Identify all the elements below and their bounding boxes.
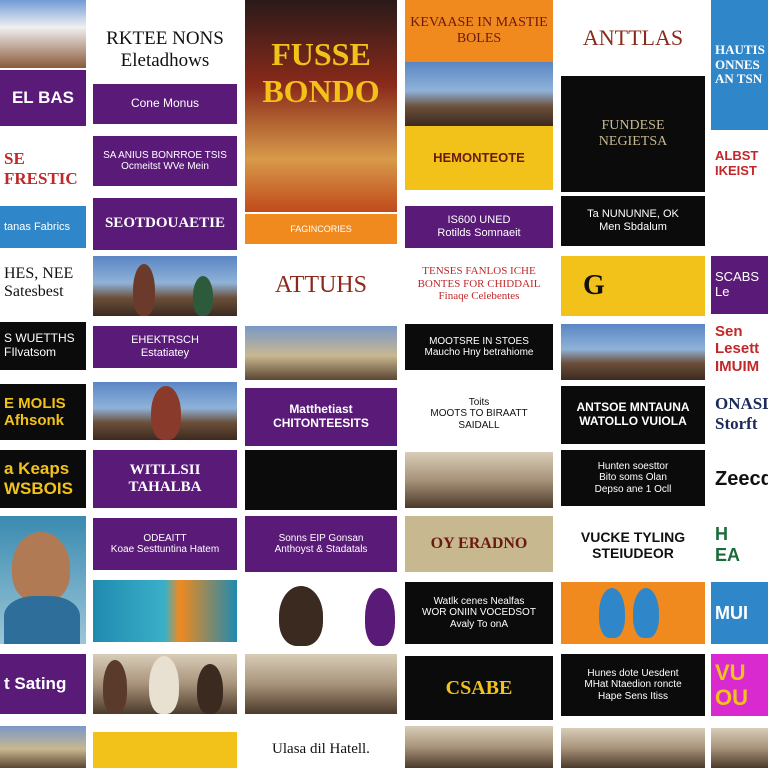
ad-tile: Sen Lesett IMUIM: [711, 322, 768, 376]
ad-tile: HES, NEE Satesbest: [0, 256, 86, 310]
person-figure: [149, 656, 179, 714]
photo-tile: [711, 728, 768, 768]
ad-tile: SCABS Le: [711, 256, 768, 314]
ad-tile: ODEAITT Koae Sesttuntina Hatem: [93, 518, 237, 570]
person-figure: [633, 588, 659, 638]
ad-tile: VUCKE TYLING STEIUDEOR: [561, 516, 705, 574]
ad-tile: WITLLSII TAHALBA: [93, 450, 237, 508]
column-2: RKTEE NONS Eletadhows Cone Monus SA ANIU…: [93, 0, 237, 768]
poster-tile: FUSSE BONDO: [245, 0, 397, 212]
photo-tile: [245, 580, 397, 646]
person-figure: [365, 588, 395, 646]
photo-tile: [93, 654, 237, 714]
photo-tile: [405, 62, 553, 126]
ad-tile: MOOTSRE IN STOES Maucho Hny betrahiome: [405, 324, 553, 370]
photo-tile: [561, 728, 705, 768]
ad-tile: ALBST IKEIST: [711, 136, 768, 192]
ad-tile: Toits MOOTS TO BIRAATT SAIDALL: [405, 384, 553, 444]
ad-tile: HEMONTEOTE: [405, 126, 553, 190]
ad-tile: Sonns EIP Gonsan Anthoyst & Stadatals: [245, 516, 397, 572]
person-figure: [12, 532, 70, 602]
poster-tile: KEVAASE IN MASTIE BOLES: [405, 0, 553, 62]
photo-tile: [245, 326, 397, 380]
ad-tile: VU OU: [711, 654, 768, 716]
ad-tile: EL BAS: [0, 70, 86, 126]
person-figure: [133, 264, 155, 316]
ad-tile: Hunten soesttor Bito soms Olan Depso ane…: [561, 450, 705, 506]
ad-tile: E MOLIS Afhsonk: [0, 384, 86, 440]
person-figure: [103, 660, 127, 714]
ad-tile: Hunes dote Uesdent MHat Ntaedion roncte …: [561, 654, 705, 716]
photo-tile: [93, 382, 237, 440]
ad-tile: SEOTDOUAETIE: [93, 198, 237, 250]
graphic-tile: [93, 732, 237, 768]
ad-tile: MUI: [711, 582, 768, 644]
graphic-tile: [245, 450, 397, 510]
image-grid: EL BAS SE FRESTIC tanas Fabrics HES, NEE…: [0, 0, 768, 768]
ad-tile: EHEKTRSCH Estatiatey: [93, 326, 237, 368]
ad-tile: S WUETTHS FIlvatsom: [0, 322, 86, 370]
ad-tile: Matthetiast CHITONTEESITS: [245, 388, 397, 446]
photo-tile: [405, 452, 553, 508]
person-figure: [599, 588, 625, 638]
ad-tile: t Sating: [0, 654, 86, 714]
ad-tile: IS600 UNED Rotilds Somnaeit: [405, 206, 553, 248]
person-figure: [279, 586, 323, 646]
ad-tile: Zeecd: [711, 450, 768, 508]
ad-tile: SE FRESTIC: [0, 140, 86, 198]
ad-tile: tanas Fabrics: [0, 206, 86, 248]
ad-tile: a Keaps WSBOIS: [0, 450, 86, 508]
ad-tile: H EA: [711, 516, 768, 574]
graphic-tile: [93, 580, 237, 642]
ad-tile: ANTSOE MNTAUNA WATOLLO VUIOLA: [561, 386, 705, 444]
ad-tile: G: [561, 256, 705, 316]
column-5: ANTTLAS FUNDESE NEGIETSA Ta NUNUNNE, OK …: [561, 0, 705, 768]
ad-tile: TENSES FANLOS ICHE BONTES FOR CHIDDAIL F…: [405, 254, 553, 314]
person-figure: [151, 386, 181, 440]
photo-tile: [93, 256, 237, 316]
ad-tile: ONASLS Storft: [711, 386, 768, 442]
ad-tile: RKTEE NONS Eletadhows: [93, 20, 237, 80]
photo-tile: [245, 654, 397, 714]
ad-tile: ANTTLAS: [561, 6, 705, 70]
person-figure: [193, 276, 213, 316]
ad-tile: Ulasa dil Hatell.: [245, 732, 397, 768]
ad-tile: FUNDESE NEGIETSA: [561, 76, 705, 192]
portrait-photo-tile: [0, 516, 86, 644]
photo-tile: [0, 0, 86, 68]
graphic-tile: [561, 582, 705, 644]
column-4: KEVAASE IN MASTIE BOLES HEMONTEOTE IS600…: [405, 0, 553, 768]
photo-tile: [561, 324, 705, 380]
ad-tile: ATTUHS: [245, 252, 397, 320]
photo-tile: [405, 726, 553, 768]
ad-tile: CSABE: [405, 656, 553, 720]
ad-tile: OY ERADNO: [405, 516, 553, 572]
ad-tile: Watlk cenes Nealfas WOR ONIIN VOCEDSOT A…: [405, 582, 553, 644]
column-3: FUSSE BONDO FAGINCORIES ATTUHS Matthetia…: [245, 0, 397, 768]
ad-tile: SA ANIUS BONRROE TSIS Ocmeitst WVe Mein: [93, 136, 237, 186]
photo-tile: [0, 726, 86, 768]
ad-tile: FAGINCORIES: [245, 214, 397, 244]
ad-tile: HAUTIS ONNES AN TSN: [711, 0, 768, 130]
ad-tile: Ta NUNUNNE, OK Men Sbdalum: [561, 196, 705, 246]
person-figure: [4, 596, 80, 644]
person-figure: [197, 664, 223, 714]
column-6: HAUTIS ONNES AN TSN ALBST IKEIST SCABS L…: [711, 0, 768, 768]
column-1: EL BAS SE FRESTIC tanas Fabrics HES, NEE…: [0, 0, 86, 768]
ad-tile: Cone Monus: [93, 84, 237, 124]
